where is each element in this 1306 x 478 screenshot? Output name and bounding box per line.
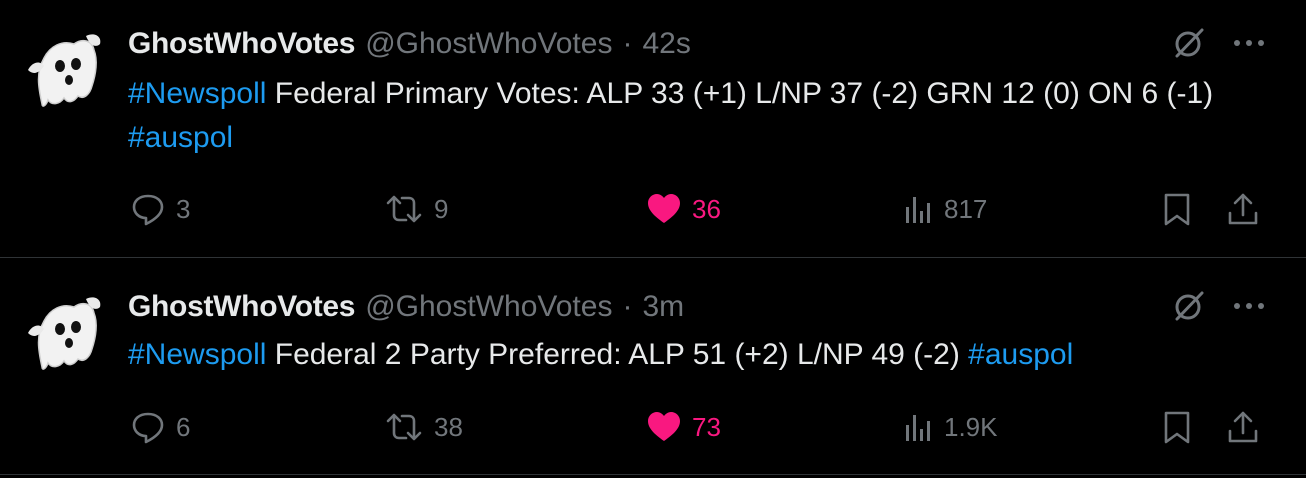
author-handle[interactable]: @GhostWhoVotes xyxy=(365,27,612,61)
bookmark-icon xyxy=(1164,411,1190,444)
grok-icon[interactable] xyxy=(1172,26,1206,60)
share-icon xyxy=(1228,193,1258,225)
tweet-text-segment: Federal Primary Votes: ALP 33 (+1) L/NP … xyxy=(266,77,1214,110)
views-button[interactable]: 1.9K xyxy=(904,403,998,451)
timestamp[interactable]: 3m xyxy=(642,290,684,324)
retweet-button[interactable]: 9 xyxy=(384,185,448,233)
hashtag-link[interactable]: #Newspoll xyxy=(128,77,266,110)
like-count: 36 xyxy=(692,193,721,224)
author-handle[interactable]: @GhostWhoVotes xyxy=(365,290,612,324)
separator-dot: · xyxy=(622,27,633,60)
tweet-header: GhostWhoVotes @GhostWhoVotes · 3m xyxy=(128,287,684,327)
reply-icon xyxy=(132,412,164,444)
views-icon xyxy=(906,197,930,223)
reply-count: 3 xyxy=(176,193,191,224)
timestamp[interactable]: 42s xyxy=(642,27,690,61)
retweet-icon xyxy=(386,195,422,223)
tweet[interactable]: GhostWhoVotes @GhostWhoVotes · 3m #Newsp… xyxy=(0,259,1306,475)
heart-icon xyxy=(648,412,680,441)
tweet-actions: 3 9 36 817 xyxy=(0,185,1306,233)
ghost-avatar-icon[interactable] xyxy=(22,26,106,110)
retweet-count: 9 xyxy=(434,193,449,224)
views-button[interactable]: 817 xyxy=(904,185,987,233)
retweet-button[interactable]: 38 xyxy=(384,403,463,451)
views-count: 817 xyxy=(944,193,988,224)
share-button[interactable] xyxy=(1226,185,1260,233)
tweet-text-segment: Federal 2 Party Preferred: ALP 51 (+2) L… xyxy=(266,338,969,371)
like-count: 73 xyxy=(692,411,721,442)
separator-dot: · xyxy=(622,290,633,323)
bookmark-button[interactable] xyxy=(1162,403,1192,451)
reply-button[interactable]: 3 xyxy=(130,185,190,233)
share-icon xyxy=(1228,411,1258,443)
tweet-feed: GhostWhoVotes @GhostWhoVotes · 42s #News… xyxy=(0,0,1306,478)
share-button[interactable] xyxy=(1226,403,1260,451)
retweet-icon xyxy=(386,413,422,441)
views-count: 1.9K xyxy=(944,411,998,442)
hashtag-link[interactable]: #auspol xyxy=(128,121,233,154)
hashtag-link[interactable]: #Newspoll xyxy=(128,338,266,371)
ghost-avatar-icon[interactable] xyxy=(22,289,106,373)
author-name[interactable]: GhostWhoVotes xyxy=(128,290,356,324)
views-icon xyxy=(906,415,930,441)
reply-icon xyxy=(132,194,164,226)
grok-icon[interactable] xyxy=(1172,289,1206,323)
tweet-top-actions xyxy=(1172,26,1266,60)
tweet[interactable]: GhostWhoVotes @GhostWhoVotes · 42s #News… xyxy=(0,0,1306,258)
bookmark-icon xyxy=(1164,193,1190,226)
hashtag-link[interactable]: #auspol xyxy=(968,338,1073,371)
tweet-top-actions xyxy=(1172,289,1266,323)
retweet-count: 38 xyxy=(434,411,463,442)
more-horizontal-icon[interactable] xyxy=(1232,301,1266,311)
reply-button[interactable]: 6 xyxy=(130,403,190,451)
tweet-text: #Newspoll Federal Primary Votes: ALP 33 … xyxy=(128,72,1268,160)
reply-count: 6 xyxy=(176,411,191,442)
tweet-header: GhostWhoVotes @GhostWhoVotes · 42s xyxy=(128,24,691,64)
like-button[interactable]: 73 xyxy=(646,403,721,451)
author-name[interactable]: GhostWhoVotes xyxy=(128,27,356,61)
bookmark-button[interactable] xyxy=(1162,185,1192,233)
heart-icon xyxy=(648,194,680,223)
more-horizontal-icon[interactable] xyxy=(1232,38,1266,48)
tweet-actions: 6 38 73 1.9K xyxy=(0,403,1306,451)
like-button[interactable]: 36 xyxy=(646,185,721,233)
tweet-text: #Newspoll Federal 2 Party Preferred: ALP… xyxy=(128,333,1268,377)
